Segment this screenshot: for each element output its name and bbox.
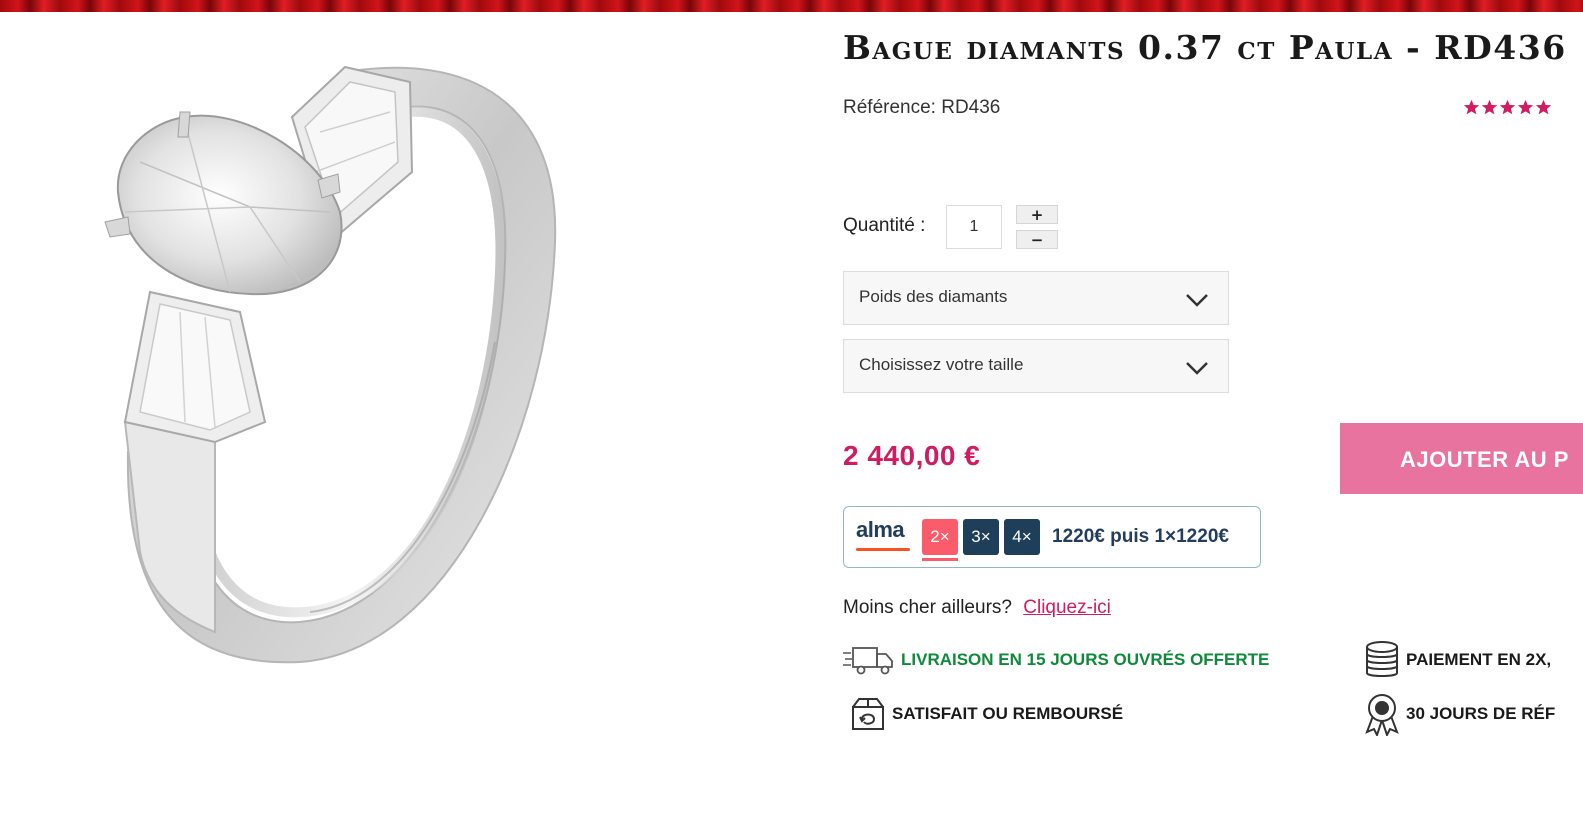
product-price: 2 440,00 € [843, 440, 981, 471]
award-rosette-icon [1365, 694, 1399, 736]
product-image[interactable] [0, 12, 800, 742]
feature-30-days: 30 JOURS DE RÉF [1364, 692, 1555, 736]
coin-stack-icon [1366, 641, 1398, 677]
alma-selected-indicator [922, 558, 958, 561]
product-reference: Référence: RD436 [843, 97, 1000, 119]
feature-satisfied-label: SATISFAIT OU REMBOURSÉ [892, 704, 1124, 723]
diamond-weight-select[interactable]: Poids des diamants [843, 271, 1229, 325]
alma-option-4x[interactable]: 4× [1004, 519, 1040, 555]
alma-payment-widget[interactable]: alma 2× 3× 4× 1220€ puis 1×1220€ [843, 506, 1261, 568]
star-icon [1535, 99, 1552, 115]
ring-size-select[interactable]: Choisissez votre taille [843, 339, 1229, 393]
cheaper-link[interactable]: Cliquez-ici [1023, 597, 1111, 618]
chevron-down-icon [1186, 294, 1208, 307]
star-icon [1481, 99, 1498, 115]
star-icon [1517, 99, 1534, 115]
reference-label: Référence: [843, 97, 936, 118]
feature-delivery-label: LIVRAISON EN 15 JOURS OUVRÉS OFFERTE [901, 650, 1270, 669]
diamond-weight-select-label: Poids des diamants [859, 287, 1008, 306]
cheaper-elsewhere: Moins cher ailleurs? Cliquez-ici [843, 597, 1111, 619]
alma-logo: alma [856, 517, 905, 542]
feature-satisfied: SATISFAIT OU REMBOURSÉ [850, 697, 1123, 731]
rose-banner [0, 0, 1583, 12]
ring-size-select-label: Choisissez votre taille [859, 355, 1024, 374]
product-title: Bague diamants 0.37 ct Paula - RD436 [843, 28, 1567, 67]
alma-installments-text: 1220€ puis 1×1220€ [1052, 526, 1229, 547]
star-icon [1499, 99, 1516, 115]
alma-logo-underline [856, 548, 910, 551]
quantity-increase-button[interactable]: + [1016, 205, 1058, 224]
cheaper-question: Moins cher ailleurs? [843, 597, 1012, 618]
feature-delivery: LIVRAISON EN 15 JOURS OUVRÉS OFFERTE [843, 645, 1269, 675]
quantity-label: Quantité : [843, 215, 926, 236]
quantity-decrease-button[interactable]: − [1016, 230, 1058, 249]
feature-payment: PAIEMENT EN 2X, [1364, 640, 1551, 680]
alma-option-2x[interactable]: 2× [922, 519, 958, 555]
star-icon [1463, 99, 1480, 115]
return-box-icon [852, 698, 884, 730]
feature-30-days-label: 30 JOURS DE RÉF [1406, 704, 1556, 723]
add-to-cart-button[interactable]: AJOUTER AU P [1340, 423, 1583, 494]
delivery-truck-icon [843, 647, 893, 675]
rating-stars[interactable] [1463, 99, 1552, 116]
chevron-down-icon [1186, 362, 1208, 375]
alma-option-3x[interactable]: 3× [963, 519, 999, 555]
reference-value: RD436 [941, 97, 1001, 118]
ring-illustration [104, 65, 557, 664]
feature-payment-label: PAIEMENT EN 2X, [1406, 650, 1552, 669]
quantity-input[interactable] [946, 205, 1002, 249]
